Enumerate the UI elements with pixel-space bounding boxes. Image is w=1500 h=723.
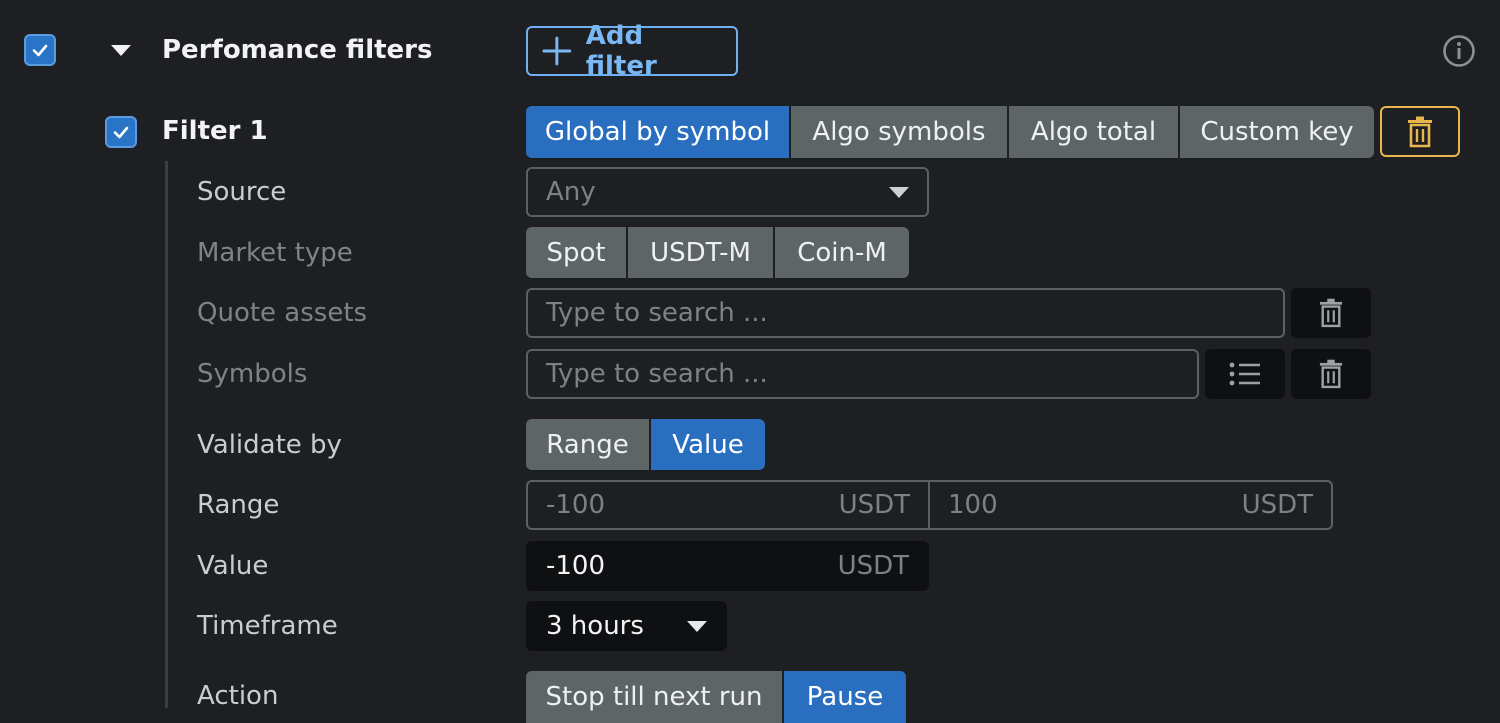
- trash-icon: [1408, 116, 1432, 147]
- validate-by-tabs: Range Value: [526, 419, 765, 470]
- check-icon: [113, 126, 129, 139]
- value-unit: USDT: [837, 551, 909, 581]
- timeframe-value: 3 hours: [546, 611, 644, 641]
- market-type-usdt-m[interactable]: USDT-M: [628, 227, 775, 278]
- info-icon[interactable]: [1442, 34, 1476, 72]
- value-label: Value: [197, 551, 269, 581]
- timeframe-label: Timeframe: [197, 611, 338, 641]
- range-min-value: -100: [546, 490, 606, 520]
- range-min-input[interactable]: -100 USDT: [526, 480, 930, 530]
- market-type-tabs: Spot USDT-M Coin-M: [526, 227, 909, 278]
- source-select[interactable]: Any: [526, 167, 929, 217]
- tab-custom-key[interactable]: Custom key: [1180, 106, 1374, 158]
- value-text: -100: [546, 551, 606, 581]
- section-title: Perfomance filters: [162, 35, 433, 65]
- quote-assets-label: Quote assets: [197, 298, 368, 328]
- filter-guide-line: [165, 161, 168, 708]
- validate-by-range[interactable]: Range: [526, 419, 651, 470]
- symbols-clear-button[interactable]: [1291, 349, 1371, 399]
- tab-global-by-symbol[interactable]: Global by symbol: [526, 106, 791, 158]
- action-tabs: Stop till next run Pause: [526, 671, 906, 723]
- range-max-unit: USDT: [1241, 490, 1313, 520]
- scope-tabs: Global by symbol Algo symbols Algo total…: [526, 106, 1374, 158]
- validate-by-label: Validate by: [197, 430, 342, 460]
- symbols-list-button[interactable]: [1205, 349, 1285, 399]
- market-type-coin-m[interactable]: Coin-M: [775, 227, 909, 278]
- trash-icon: [1319, 359, 1343, 389]
- performance-filters-checkbox[interactable]: [24, 34, 56, 66]
- list-icon: [1229, 362, 1260, 386]
- timeframe-select[interactable]: 3 hours: [526, 601, 727, 651]
- chevron-down-icon: [889, 186, 909, 198]
- delete-filter-button[interactable]: [1380, 106, 1460, 157]
- tab-algo-symbols[interactable]: Algo symbols: [791, 106, 1009, 158]
- action-label: Action: [197, 681, 279, 711]
- trash-icon: [1319, 298, 1343, 328]
- action-stop-till-next-run[interactable]: Stop till next run: [526, 671, 784, 723]
- filter-title: Filter 1: [162, 116, 268, 146]
- validate-by-value[interactable]: Value: [651, 419, 765, 470]
- filter-1-checkbox[interactable]: [105, 116, 137, 148]
- action-pause[interactable]: Pause: [784, 671, 906, 723]
- check-icon: [32, 44, 48, 57]
- plus-icon: [542, 36, 572, 66]
- value-input[interactable]: -100 USDT: [526, 541, 929, 591]
- market-type-label: Market type: [197, 238, 353, 268]
- source-label: Source: [197, 177, 287, 207]
- range-label: Range: [197, 490, 280, 520]
- source-value: Any: [546, 177, 596, 207]
- quote-assets-clear-button[interactable]: [1291, 288, 1371, 338]
- tab-algo-total[interactable]: Algo total: [1009, 106, 1180, 158]
- symbols-label: Symbols: [197, 359, 308, 389]
- chevron-down-icon: [687, 620, 707, 632]
- add-filter-button[interactable]: Add filter: [526, 21, 738, 81]
- range-max-input[interactable]: 100 USDT: [928, 480, 1333, 530]
- quote-assets-input[interactable]: Type to search ...: [526, 288, 1285, 338]
- add-filter-label: Add filter: [585, 21, 657, 81]
- market-type-spot[interactable]: Spot: [526, 227, 628, 278]
- symbols-input[interactable]: Type to search ...: [526, 349, 1199, 399]
- range-max-value: 100: [948, 490, 998, 520]
- range-min-unit: USDT: [838, 490, 910, 520]
- collapse-caret-icon[interactable]: [111, 45, 131, 56]
